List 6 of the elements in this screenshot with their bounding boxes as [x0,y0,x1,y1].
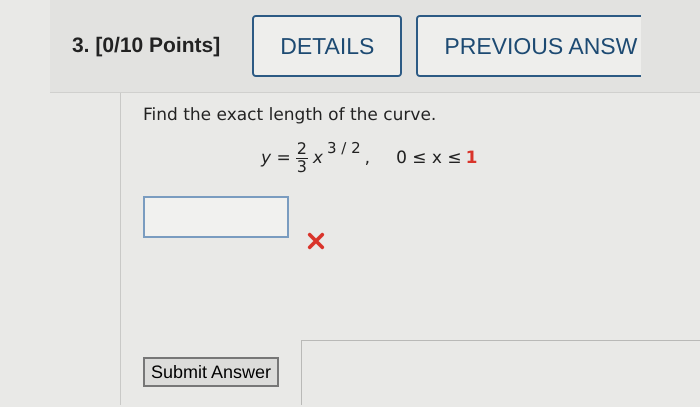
submit-answer-button[interactable]: Submit Answer [143,357,280,387]
answer-field[interactable] [143,196,289,238]
header-button[interactable]: DETAILS [252,15,402,77]
question-prompt: Find the exact length of the curve. [143,105,438,125]
question-title: 3. [0/10 Points] [72,34,220,58]
header-button[interactable]: PREVIOUS ANSW [416,15,642,77]
